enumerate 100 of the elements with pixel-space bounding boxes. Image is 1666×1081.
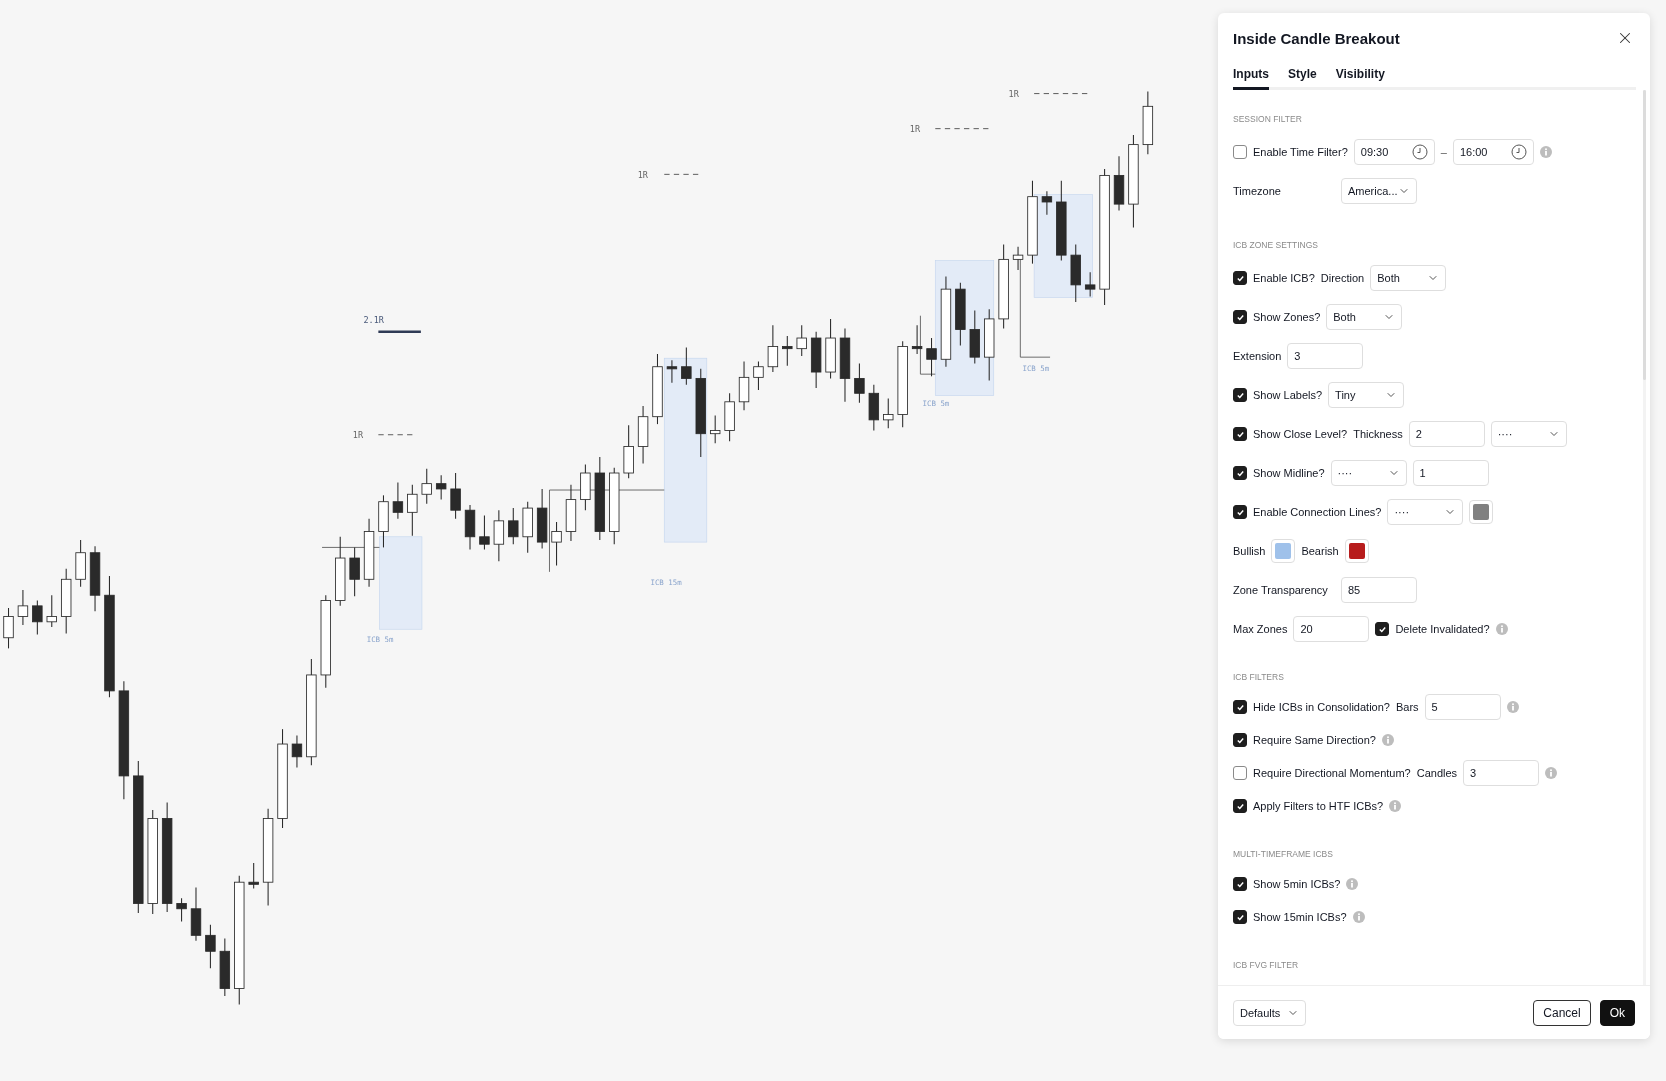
checkbox[interactable] [1233, 427, 1247, 441]
candle [435, 474, 447, 501]
candle [724, 392, 735, 442]
checkbox-option[interactable]: Show 5min ICBs? [1233, 877, 1341, 891]
section-title: ICB FILTERS [1233, 672, 1285, 682]
input-field[interactable]: 85 [1341, 577, 1417, 603]
checkbox-option[interactable]: Delete Invalidated? [1375, 622, 1490, 636]
level-label: 1R [909, 123, 921, 134]
checkbox[interactable] [1233, 910, 1247, 924]
tab[interactable]: Visibility [1335, 63, 1385, 90]
connector-line [920, 315, 936, 375]
dropdown[interactable]: ···· [1330, 460, 1407, 486]
clock-icon[interactable] [1510, 144, 1527, 160]
candle [1084, 271, 1096, 298]
scrollbar-thumb[interactable] [1643, 90, 1646, 380]
checkbox[interactable] [1233, 466, 1247, 480]
candle [219, 938, 231, 997]
checkbox-option[interactable]: Show 15min ICBs? [1233, 910, 1347, 924]
candle [248, 862, 259, 890]
candle [551, 521, 562, 566]
level-label: 1R [352, 429, 364, 440]
field-label: Bearish [1301, 545, 1339, 557]
field-label: Candles [1416, 767, 1458, 779]
checkbox[interactable] [1233, 145, 1247, 159]
time-field[interactable]: 16:00 [1452, 139, 1534, 165]
input-field[interactable]: 1 [1412, 460, 1489, 486]
input-field[interactable]: 2 [1408, 421, 1485, 447]
candle [479, 515, 490, 551]
cancel-button[interactable]: Cancel [1533, 999, 1591, 1026]
defaults-dropdown[interactable]: Defaults [1233, 999, 1306, 1026]
level-label: 1R [637, 169, 648, 180]
input-field[interactable]: 3 [1463, 760, 1540, 786]
checkbox-option[interactable]: Require Directional Momentum? [1233, 766, 1411, 780]
checkbox-option[interactable]: Apply Filters to HTF ICBs? [1233, 799, 1384, 813]
tab[interactable]: Style [1288, 63, 1317, 90]
candle [767, 324, 779, 373]
check-icon [1235, 273, 1245, 283]
time-field[interactable]: 09:30 [1353, 139, 1435, 165]
candle [335, 536, 346, 607]
checkbox-option[interactable]: Show Zones? [1233, 310, 1321, 324]
checkbox-option[interactable]: Enable Connection Lines? [1233, 505, 1382, 519]
checkbox-option[interactable]: Show Labels? [1233, 388, 1323, 402]
checkbox-option[interactable]: Show Close Level? [1233, 427, 1348, 441]
dropdown[interactable]: ···· [1387, 499, 1464, 525]
field-label: Timezone [1233, 185, 1282, 197]
section-title: MULTI-TIMEFRAME ICBS [1233, 849, 1334, 859]
checkbox-option[interactable]: Show Midline? [1233, 466, 1325, 480]
dialog-title: Inside Candle Breakout [1233, 29, 1400, 47]
input-field[interactable]: 20 [1293, 616, 1370, 642]
check-icon [1235, 735, 1245, 745]
tab[interactable]: Inputs [1233, 63, 1269, 90]
candle [46, 594, 57, 628]
dropdown[interactable]: Both [1370, 265, 1447, 291]
checkbox-option[interactable]: Enable Time Filter? [1233, 145, 1348, 159]
dropdown[interactable]: ···· [1490, 421, 1567, 447]
level-label: 1R [1008, 88, 1019, 99]
candle [883, 398, 894, 429]
dropdown[interactable]: Tiny [1328, 382, 1405, 408]
checkbox[interactable] [1233, 505, 1247, 519]
ok-button[interactable]: Ok [1599, 999, 1635, 1026]
check-icon [1235, 912, 1245, 922]
candle [407, 484, 418, 537]
input-field[interactable]: 5 [1424, 694, 1501, 720]
dropdown[interactable]: Both [1326, 304, 1403, 330]
checkbox[interactable] [1233, 310, 1247, 324]
checkbox[interactable] [1233, 388, 1247, 402]
checkbox[interactable] [1233, 799, 1247, 813]
checkbox[interactable] [1233, 877, 1247, 891]
field-label: Direction [1320, 272, 1365, 284]
section-title: SESSION FILTER [1233, 114, 1303, 124]
checkbox-option[interactable]: Require Same Direction? [1233, 733, 1376, 747]
checkbox[interactable] [1375, 622, 1390, 636]
candle [854, 363, 865, 404]
clock-icon[interactable] [1411, 144, 1428, 160]
checkbox-option[interactable]: Enable ICB? [1233, 271, 1315, 285]
checkbox-option[interactable]: Hide ICBs in Consolidation? [1233, 700, 1390, 714]
checkbox[interactable] [1233, 733, 1247, 747]
candle [681, 347, 692, 386]
candle [1041, 190, 1053, 216]
checkbox[interactable] [1233, 271, 1247, 285]
candle [3, 607, 14, 649]
candle [363, 518, 375, 588]
check-icon [1235, 507, 1245, 517]
checkbox[interactable] [1233, 700, 1247, 714]
candle [868, 384, 880, 432]
candle [75, 539, 86, 588]
candle [536, 488, 548, 549]
check-icon [1235, 702, 1245, 712]
candle [710, 415, 721, 444]
candle [753, 360, 764, 391]
field-label: Zone Transparency [1233, 584, 1329, 596]
candle [17, 589, 29, 626]
checkbox[interactable] [1233, 766, 1247, 780]
field-label: Max Zones [1233, 623, 1288, 635]
candle [955, 282, 966, 346]
dropdown[interactable]: America... [1341, 178, 1417, 204]
check-icon [1235, 801, 1245, 811]
input-field[interactable]: 3 [1287, 343, 1364, 369]
check-icon [1235, 312, 1245, 322]
candle [1142, 90, 1154, 155]
